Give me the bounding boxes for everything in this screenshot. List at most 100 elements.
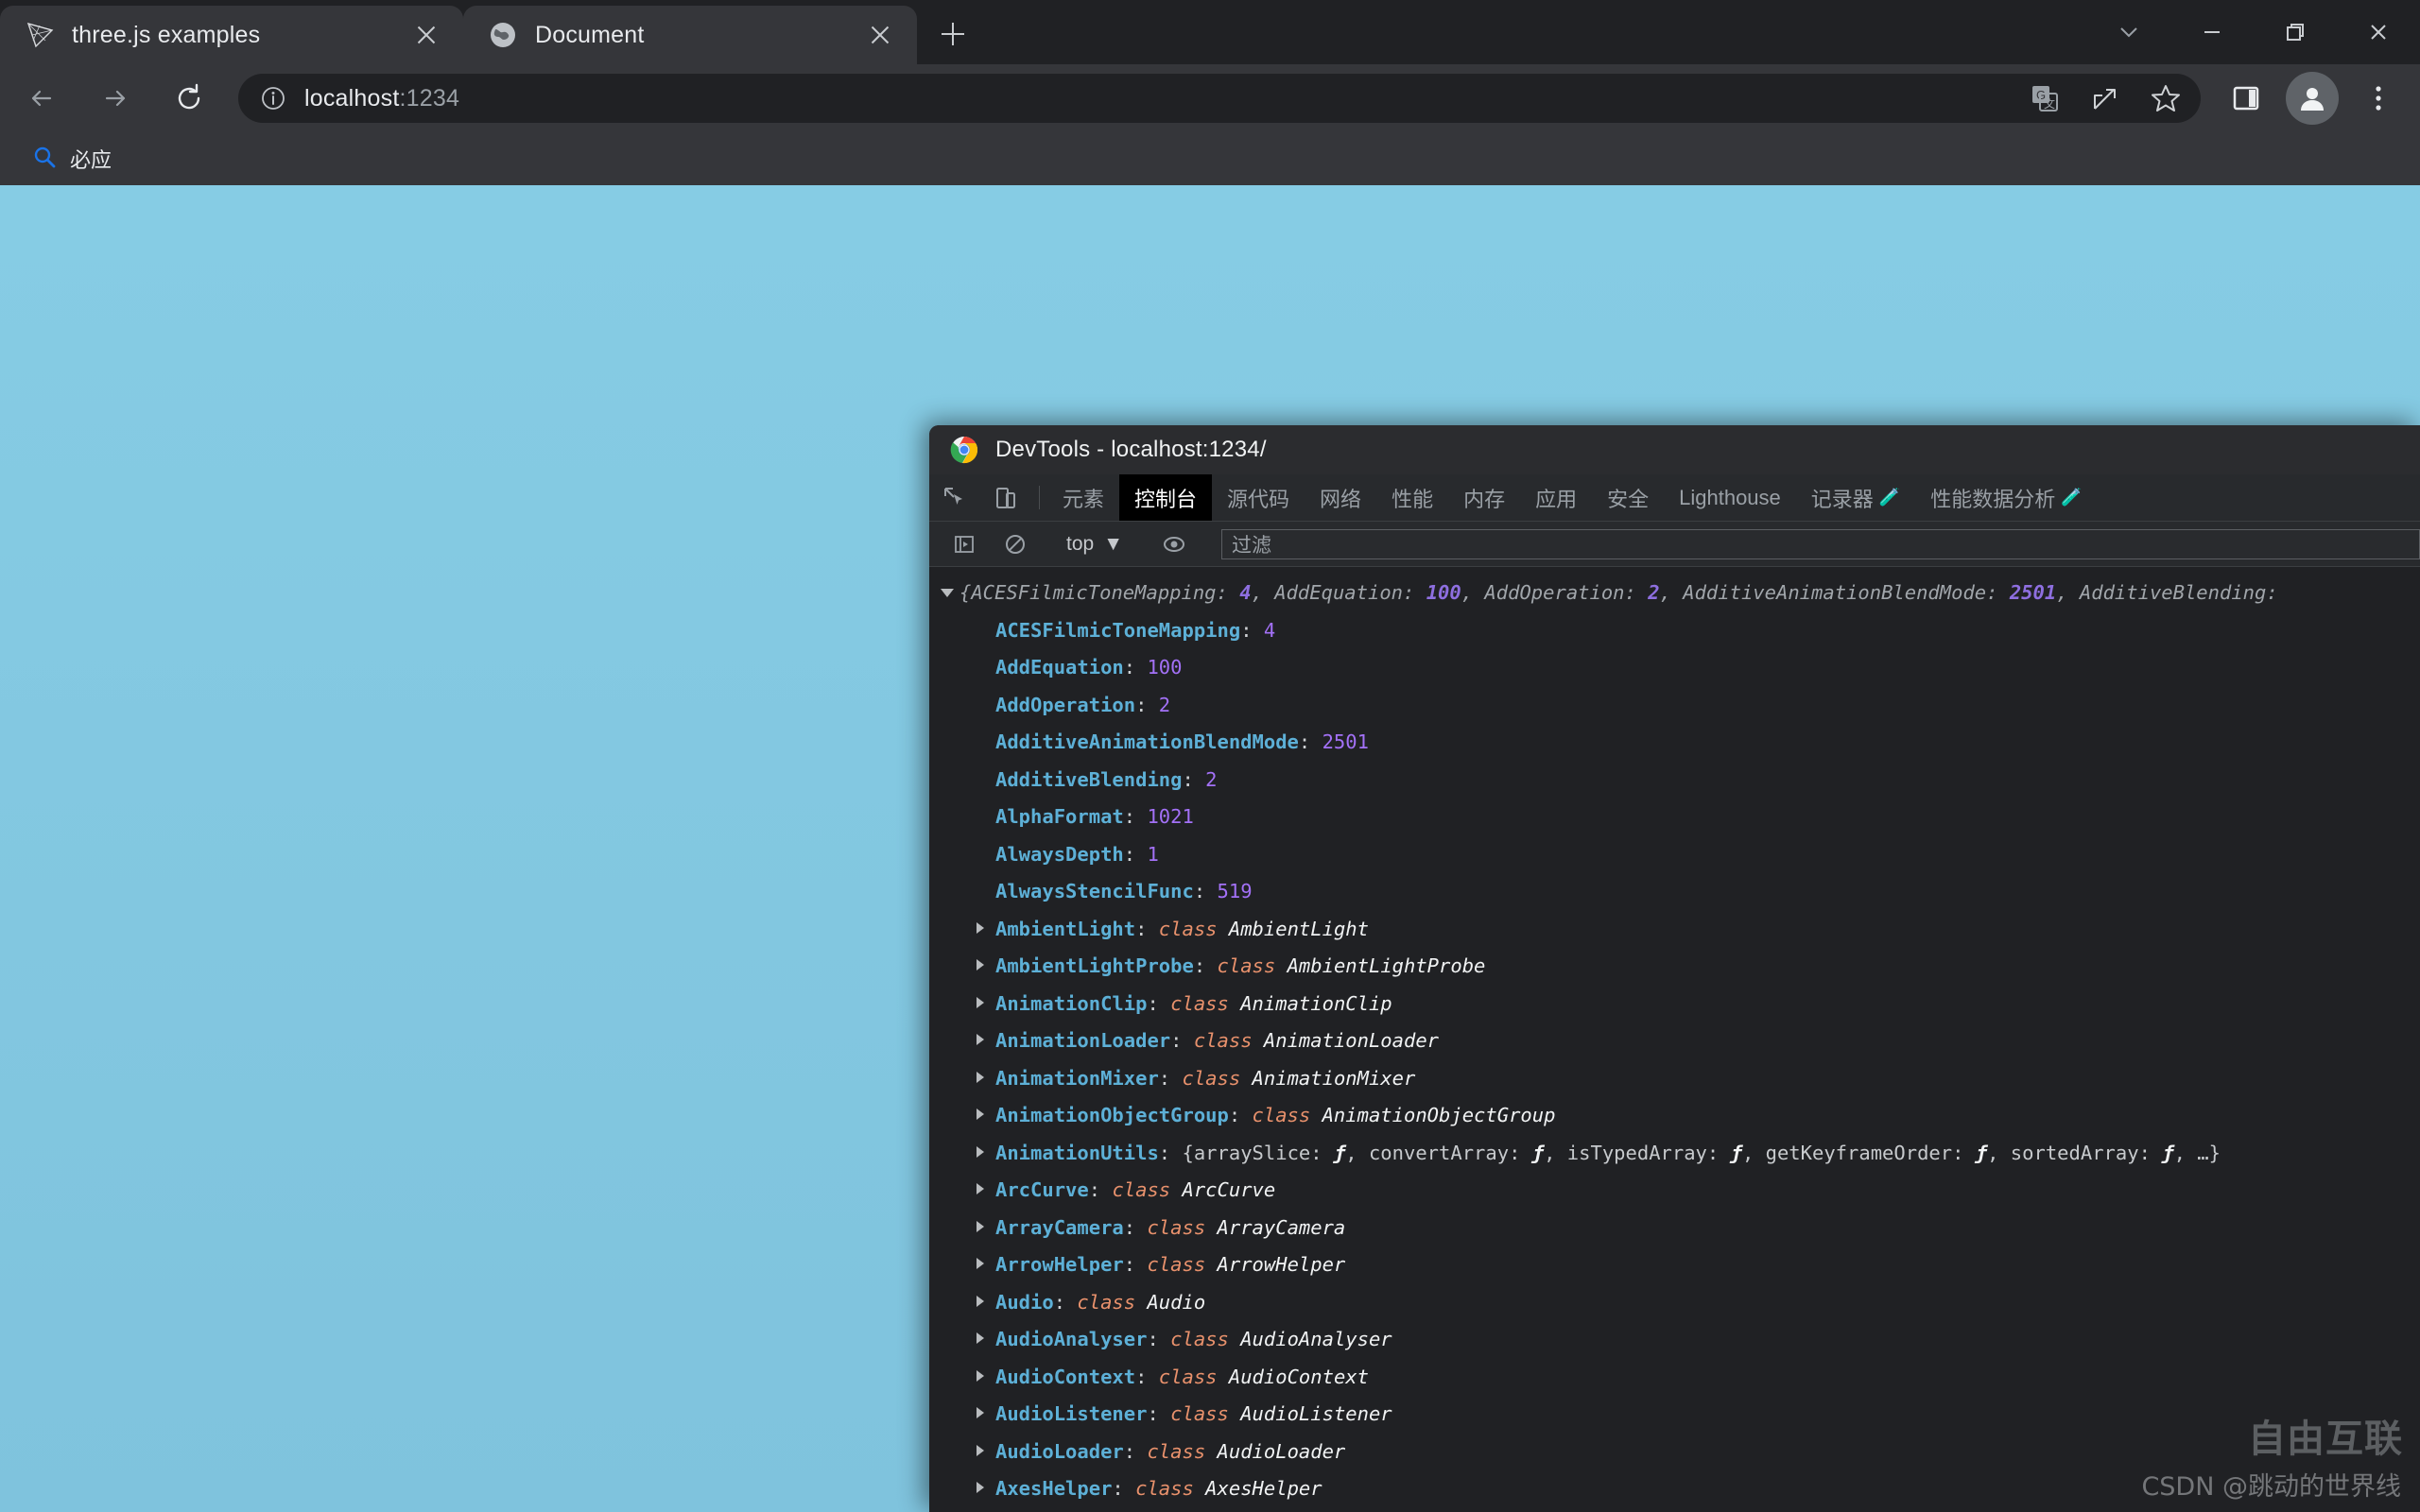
close-icon[interactable] <box>864 19 896 51</box>
console-output[interactable]: {ACESFilmicToneMapping: 4, AddEquation: … <box>929 567 2420 1512</box>
disclosure-triangle-icon[interactable] <box>977 1145 984 1158</box>
console-property-row[interactable]: AdditiveBlending: 2 <box>929 762 2420 799</box>
disclosure-triangle-icon[interactable] <box>977 996 984 1008</box>
tab-lighthouse[interactable]: Lighthouse <box>1664 474 1796 521</box>
disclosure-triangle-icon[interactable] <box>977 1332 984 1344</box>
tab-sources[interactable]: 源代码 <box>1212 474 1305 521</box>
console-property-key: Audio <box>995 1290 1054 1314</box>
browser-tab-document[interactable]: Document <box>463 6 917 64</box>
console-property-row[interactable]: AnimationClip: class AnimationClip <box>929 986 2420 1023</box>
console-property-row[interactable]: ArcCurve: class ArcCurve <box>929 1172 2420 1210</box>
console-colon: : <box>1193 954 1218 977</box>
svg-text:文: 文 <box>2044 96 2055 111</box>
tab-performance-insights-label: 性能数据分析 <box>1930 487 2056 511</box>
console-property-row[interactable]: AnimationUtils: {arraySlice: ƒ, convertA… <box>929 1135 2420 1173</box>
console-property-row[interactable]: BackSide: 1 <box>929 1508 2420 1512</box>
console-property-row[interactable]: AnimationObjectGroup: class AnimationObj… <box>929 1097 2420 1135</box>
console-property-row[interactable]: AmbientLightProbe: class AmbientLightPro… <box>929 948 2420 986</box>
disclosure-triangle-icon[interactable] <box>977 1071 984 1083</box>
console-property-row[interactable]: AxesHelper: class AxesHelper <box>929 1470 2420 1508</box>
devtools-window: DevTools - localhost:1234/ 元素 控制台 源代码 网络… <box>929 425 2420 1512</box>
console-property-row[interactable]: AmbientLight: class AmbientLight <box>929 911 2420 949</box>
console-property-value: {arraySlice: ƒ, convertArray: ƒ, isTyped… <box>1182 1141 2221 1164</box>
tab-performance[interactable]: 性能 <box>1376 474 1448 521</box>
console-property-key: ArrayCamera <box>995 1215 1124 1239</box>
tab-security[interactable]: 安全 <box>1592 474 1664 521</box>
reload-icon[interactable] <box>159 68 219 129</box>
bookmark-star-icon[interactable] <box>2150 82 2182 114</box>
disclosure-triangle-icon[interactable] <box>977 1183 984 1194</box>
disclosure-triangle-icon[interactable] <box>977 1220 984 1232</box>
console-property-row[interactable]: AudioContext: class AudioContext <box>929 1359 2420 1397</box>
bookmark-item-bing[interactable]: 必应 <box>21 138 123 180</box>
flask-icon: 🧪 <box>2061 488 2083 507</box>
console-property-value: 2501 <box>1322 730 1369 753</box>
chevron-down-icon[interactable] <box>2087 0 2170 64</box>
close-icon[interactable] <box>410 19 442 51</box>
console-property-row[interactable]: AnimationMixer: class AnimationMixer <box>929 1060 2420 1098</box>
console-filter-input[interactable]: 过滤 <box>1221 528 2420 559</box>
disclosure-triangle-icon[interactable] <box>977 1482 984 1493</box>
console-line-list: {ACESFilmicToneMapping: 4, AddEquation: … <box>929 575 2420 1512</box>
console-property-row[interactable]: AlwaysDepth: 1 <box>929 836 2420 874</box>
console-property-row[interactable]: AdditiveAnimationBlendMode: 2501 <box>929 724 2420 762</box>
disclosure-triangle-icon[interactable] <box>977 1108 984 1120</box>
console-colon: : <box>1158 1141 1183 1164</box>
tab-application[interactable]: 应用 <box>1520 474 1592 521</box>
translate-icon[interactable]: G 文 <box>2029 82 2061 114</box>
console-property-row[interactable]: ACESFilmicToneMapping: 4 <box>929 612 2420 650</box>
console-property-row[interactable]: AddEquation: 100 <box>929 649 2420 687</box>
console-property-row[interactable]: ArrowHelper: class ArrowHelper <box>929 1246 2420 1284</box>
console-property-key: AnimationUtils <box>995 1141 1159 1164</box>
address-bar[interactable]: localhost:1234 G 文 <box>238 74 2201 123</box>
share-icon[interactable] <box>2089 82 2121 114</box>
console-property-row[interactable]: AudioAnalyser: class AudioAnalyser <box>929 1321 2420 1359</box>
disclosure-triangle-icon[interactable] <box>977 921 984 934</box>
bookmark-label: 必应 <box>70 148 112 172</box>
restore-icon[interactable] <box>2254 0 2337 64</box>
disclosure-triangle-icon[interactable] <box>977 1369 984 1382</box>
console-property-row[interactable]: AudioLoader: class AudioLoader <box>929 1434 2420 1471</box>
console-property-row[interactable]: AlwaysStencilFunc: 519 <box>929 873 2420 911</box>
device-toolbar-icon[interactable] <box>980 474 1031 521</box>
tab-title: Document <box>535 21 645 48</box>
disclosure-triangle-icon[interactable] <box>941 589 954 603</box>
tab-memory[interactable]: 内存 <box>1448 474 1520 521</box>
disclosure-triangle-icon[interactable] <box>977 1295 984 1307</box>
back-icon[interactable] <box>11 68 72 129</box>
console-property-value: class AudioContext <box>1158 1365 1369 1388</box>
tab-performance-insights[interactable]: 性能数据分析 🧪 <box>1915 474 2097 521</box>
forward-icon[interactable] <box>85 68 146 129</box>
close-icon[interactable] <box>2337 0 2420 64</box>
side-panel-icon[interactable] <box>2218 70 2274 127</box>
disclosure-triangle-icon[interactable] <box>977 1258 984 1269</box>
new-tab-button[interactable] <box>926 8 979 60</box>
live-expression-eye-icon[interactable] <box>1149 532 1200 557</box>
console-property-value: class AudioListener <box>1170 1402 1392 1425</box>
disclosure-triangle-icon[interactable] <box>977 1407 984 1418</box>
tab-network[interactable]: 网络 <box>1305 474 1376 521</box>
browser-tab-threejs[interactable]: three.js examples <box>0 6 463 64</box>
navigation-buttons <box>0 68 219 129</box>
inspect-element-icon[interactable] <box>929 474 980 521</box>
console-property-row[interactable]: Audio: class Audio <box>929 1284 2420 1322</box>
minimize-icon[interactable] <box>2170 0 2254 64</box>
disclosure-triangle-icon[interactable] <box>977 959 984 971</box>
console-property-row[interactable]: AudioListener: class AudioListener <box>929 1396 2420 1434</box>
profile-avatar[interactable] <box>2286 72 2339 125</box>
disclosure-triangle-icon[interactable] <box>977 1034 984 1045</box>
execution-context-select[interactable]: top ▼ <box>1057 533 1132 556</box>
console-object-preview-row[interactable]: {ACESFilmicToneMapping: 4, AddEquation: … <box>929 575 2420 612</box>
tab-console[interactable]: 控制台 <box>1119 474 1213 521</box>
console-property-row[interactable]: AlphaFormat: 1021 <box>929 799 2420 836</box>
console-sidebar-icon[interactable] <box>939 533 990 556</box>
console-property-row[interactable]: ArrayCamera: class ArrayCamera <box>929 1210 2420 1247</box>
disclosure-triangle-icon[interactable] <box>977 1444 984 1456</box>
clear-console-icon[interactable] <box>990 533 1041 556</box>
info-circle-icon[interactable] <box>259 84 287 112</box>
tab-recorder[interactable]: 记录器 🧪 <box>1796 474 1915 521</box>
tab-elements[interactable]: 元素 <box>1047 474 1119 521</box>
console-property-row[interactable]: AnimationLoader: class AnimationLoader <box>929 1022 2420 1060</box>
console-property-row[interactable]: AddOperation: 2 <box>929 687 2420 725</box>
chrome-menu-icon[interactable] <box>2350 70 2407 127</box>
